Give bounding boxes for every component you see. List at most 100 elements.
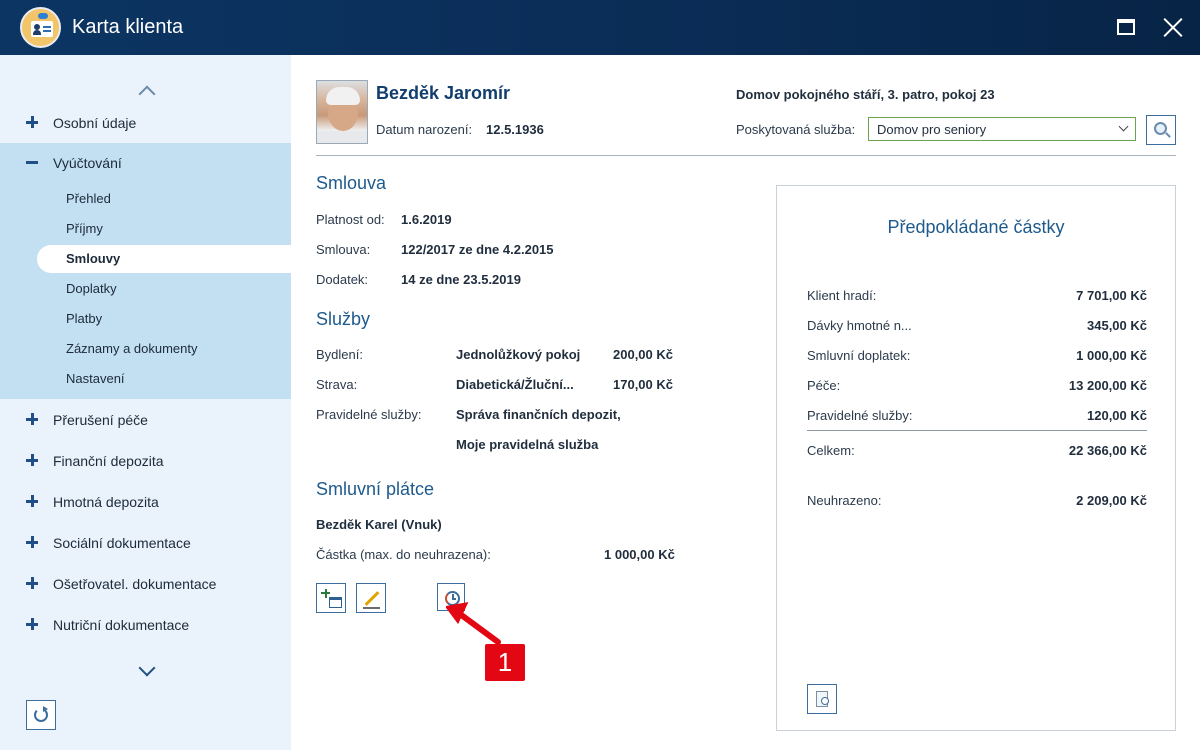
callout-badge: 1 [485,644,525,681]
sidebar-item-hmotna-depozita[interactable]: Hmotná depozita [0,482,291,523]
close-icon[interactable] [1160,14,1186,40]
housing-value: Jednolůžkový pokoj [456,347,581,362]
sidebar-item-label: Přerušení péče [53,412,148,428]
sidebar-subitem-nastaveni[interactable]: Nastavení [37,365,291,393]
sidebar-item-label: Vyúčtování [53,155,122,171]
sidebar-subitem-label: Doplatky [66,281,117,296]
sidebar-subitem-label: Příjmy [66,221,103,236]
sidebar-item-label: Osobní údaje [53,115,137,131]
housing-price: 200,00 Kč [613,347,673,362]
plus-icon [26,495,38,507]
contract-value: 122/2017 ze dne 4.2.2015 [401,242,554,257]
section-title-services: Služby [316,309,371,329]
client-card-app-icon [20,7,61,48]
sidebar-item-financni-depozita[interactable]: Finanční depozita [0,441,291,482]
sidebar-item-socialni-dokumentace[interactable]: Sociální dokumentace [0,523,291,564]
service-select[interactable]: Domov pro seniory [868,117,1136,141]
plus-icon [26,577,38,589]
birth-date-label: Datum narození: [376,122,473,137]
sidebar-item-label: Hmotná depozita [53,494,159,510]
sidebar-subitem-label: Přehled [66,191,111,206]
regular-services-value-2: Moje pravidelná služba [456,437,599,452]
sidebar: Osobní údaje Vyúčtování Přehled Příjmy S… [0,55,291,750]
summary-row-value: 13 200,00 Kč [1068,378,1147,393]
chevron-down-icon [1118,121,1129,132]
payer-name: Bezděk Karel (Vnuk) [316,517,442,532]
sidebar-subitem-doplatky[interactable]: Doplatky [37,275,291,303]
total-label: Celkem: [807,443,855,458]
sidebar-item-osetrovatel-dokumentace[interactable]: Ošetřovatel. dokumentace [0,564,291,605]
sidebar-group-vyuctovani: Vyúčtování Přehled Příjmy Smlouvy Doplat… [0,143,291,399]
summary-row-label: Péče: [807,378,841,393]
sidebar-subitem-label: Platby [66,311,103,326]
summary-divider [807,430,1147,431]
unpaid-label: Neuhrazeno: [807,493,882,508]
summary-row-label: Klient hradí: [807,288,877,303]
unpaid-value: 2 209,00 Kč [1076,493,1147,508]
regular-services-label: Pravidelné služby: [316,407,422,422]
summary-row-value: 120,00 Kč [1087,408,1147,423]
plus-icon [26,116,38,128]
plus-icon [26,413,38,425]
sidebar-item-vyuctovani[interactable]: Vyúčtování [0,143,291,184]
estimated-amounts-title: Předpokládané částky [887,217,1065,237]
amendment-label: Dodatek: [316,272,369,287]
plus-icon [26,618,38,630]
sidebar-subitem-label: Záznamy a dokumenty [66,341,198,356]
housing-label: Bydlení: [316,347,363,362]
valid-from-label: Platnost od: [316,212,385,227]
summary-row-value: 1 000,00 Kč [1076,348,1147,363]
edit-button[interactable] [356,583,386,613]
sidebar-item-label: Nutriční dokumentace [53,617,190,633]
scroll-down-chevron-icon[interactable] [137,659,157,677]
sidebar-subitem-prehled[interactable]: Přehled [37,185,291,213]
food-price: 170,00 Kč [613,377,673,392]
summary-row-label: Pravidelné služby: [807,408,913,423]
payer-amount-label: Částka (max. do neuhrazena): [316,547,491,562]
sidebar-subitem-smlouvy[interactable]: Smlouvy [37,245,291,273]
birth-date-value: 12.5.1936 [486,122,544,137]
sidebar-item-label: Sociální dokumentace [53,535,191,551]
sidebar-subitem-label: Smlouvy [66,251,121,266]
pencil-icon [364,591,380,606]
sidebar-item-nutricni-dokumentace[interactable]: Nutriční dokumentace [0,605,291,646]
sidebar-subitem-prijmy[interactable]: Příjmy [37,215,291,243]
sidebar-item-label: Ošetřovatel. dokumentace [53,576,217,592]
plus-icon [26,454,38,466]
sidebar-item-label: Finanční depozita [53,453,164,469]
contract-label: Smlouva: [316,242,371,257]
plus-icon [26,536,38,548]
section-title-contract: Smlouva [316,173,387,193]
summary-row-value: 7 701,00 Kč [1076,288,1147,303]
sidebar-subitem-platby[interactable]: Platby [37,305,291,333]
client-photo [316,80,368,144]
summary-row-label: Dávky hmotné n... [807,318,912,333]
calendar-add-icon [329,597,342,608]
section-title-payer: Smluvní plátce [316,479,435,499]
sidebar-subitem-zaznamy[interactable]: Záznamy a dokumenty [37,335,291,363]
sidebar-subitem-label: Nastavení [66,371,125,386]
valid-from-value: 1.6.2019 [401,212,452,227]
scroll-up-chevron-icon[interactable] [137,83,157,103]
service-select-value: Domov pro seniory [877,122,987,137]
client-location: Domov pokojného stáří, 3. patro, pokoj 2… [736,87,995,102]
summary-row-label: Smluvní doplatek: [807,348,911,363]
estimated-amounts-panel: Předpokládané částky Klient hradí: 7 701… [776,185,1176,731]
add-payment-schedule-button[interactable] [316,583,346,613]
sidebar-item-preruseni-pece[interactable]: Přerušení péče [0,400,291,441]
search-button[interactable] [1146,115,1176,145]
regular-services-value-1: Správa finančních depozit, [456,407,621,422]
total-value: 22 366,00 Kč [1068,443,1147,458]
callout-arrow [446,602,501,645]
document-preview-button[interactable] [807,684,837,714]
maximize-icon[interactable] [1113,14,1139,40]
sidebar-item-osobni-udaje[interactable]: Osobní údaje [0,103,291,144]
header-divider [316,155,1176,156]
service-label: Poskytovaná služba: [736,122,856,137]
main-content: Bezděk Jaromír Datum narození: 12.5.1936… [291,55,1200,750]
refresh-button[interactable] [26,700,56,730]
client-name: Bezděk Jaromír [376,83,511,103]
title-bar: Karta klienta [0,0,1200,55]
amendment-value: 14 ze dne 23.5.2019 [401,272,521,287]
window-title: Karta klienta [72,16,184,38]
